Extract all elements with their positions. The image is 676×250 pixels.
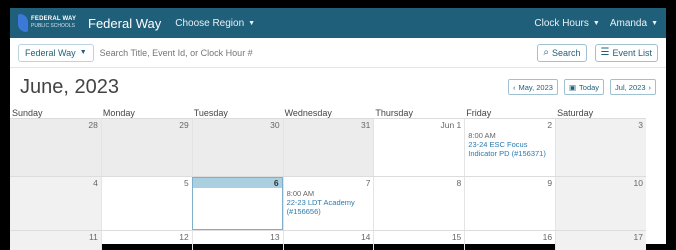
calendar-day-cell[interactable]: 28 [10,119,101,176]
calendar-week-row: 4 5 6 7 8:00 AM 22-23 LDT Academy (#156656) 8 9… [10,176,646,230]
day-of-week-header: Friday [466,108,492,118]
days-of-week-row: Sunday Monday Tuesday Wednesday Thursday Frid… [10,108,646,118]
event-title-link[interactable]: 23-24 ESC Focus Indicator PD (#156371) [468,140,552,158]
event-list-label: Event List [612,47,652,58]
logo-icon [18,14,28,32]
calendar-day-cell[interactable]: 15 [373,231,464,250]
calendar-grid: Sunday Monday Tuesday Wednesday Thursday Frid… [10,108,646,250]
search-button[interactable]: ⌕ Search [537,43,587,62]
day-number: 7 [365,178,371,188]
clock-hours-label: Clock Hours [534,17,589,29]
calendar-day-cell[interactable]: 5 [100,177,192,230]
caret-down-icon: ▼ [651,19,658,27]
calendar-day-cell[interactable]: 13 [191,231,283,250]
calendar-day-cell[interactable]: 7 8:00 AM 22-23 LDT Academy (#156656) [282,177,374,230]
logo-line-2: PUBLIC SCHOOLS [31,23,75,29]
day-number: Jun 1 [440,120,462,130]
calendar-icon: ▣ [568,82,577,92]
calendar-day-cell[interactable]: 14 [282,231,374,250]
calendar-day-cell-today[interactable]: 6 [191,177,283,230]
day-number: 10 [633,178,643,188]
calendar-week-row: 28 29 30 31 Jun 1 2 8:00 AM 23-24 ESC Focus Ind… [10,118,646,176]
district-label: Federal Way [25,47,76,58]
brand-title[interactable]: Federal Way [88,16,161,31]
day-number: 28 [88,120,98,130]
day-number: 5 [183,178,189,188]
calendar-day-cell[interactable]: 9 [464,177,555,230]
event-time: 8:00 AM [286,189,315,198]
day-of-week-header: Tuesday [193,108,228,118]
caret-down-icon: ▼ [592,19,600,27]
district-select-button[interactable]: Federal Way ▼ [18,43,94,62]
chevron-right-icon: › [648,82,652,92]
calendar-day-cell[interactable]: Jun 1 [373,119,464,176]
search-bar: Federal Way ▼ ⌕ Search ☰ Event List [10,38,666,68]
calendar-day-cell[interactable]: 29 [100,119,192,176]
calendar-day-cell[interactable]: 31 [282,119,374,176]
chevron-left-icon: ‹ [512,82,516,92]
day-of-week-header: Sunday [12,108,43,118]
calendar-day-cell[interactable]: 10 [555,177,646,230]
list-icon: ☰ [600,47,610,58]
prev-month-label: May, 2023 [518,82,553,92]
event-time: 8:00 AM [468,131,496,140]
search-input[interactable] [93,43,538,62]
choose-region-dropdown[interactable]: Choose Region ▼ [175,18,255,29]
today-label: Today [579,82,600,92]
calendar-day-cell[interactable]: 4 [10,177,101,230]
day-number: 30 [270,120,280,130]
calendar-day-cell[interactable]: 30 [191,119,283,176]
caret-down-icon: ▼ [79,49,87,56]
calendar-week-row: 11 12 13 14 15 16 17 [10,230,646,250]
day-number: 29 [179,120,189,130]
next-month-button[interactable]: Jul, 2023 › [610,79,656,95]
day-number: 12 [179,232,189,242]
next-month-label: Jul, 2023 [615,82,646,92]
calendar-day-cell[interactable]: 2 8:00 AM 23-24 ESC Focus Indicator PD (#1… [464,119,555,176]
user-name: Amanda [609,17,648,29]
event-list-button[interactable]: ☰ Event List [594,43,658,62]
calendar-day-cell[interactable]: 17 [555,231,646,250]
day-number: 11 [89,232,98,242]
day-of-week-header: Thursday [375,108,413,118]
calendar-day-cell[interactable]: 16 [464,231,555,250]
day-number: 17 [633,232,643,242]
today-button[interactable]: ▣ Today [563,79,605,95]
prev-month-button[interactable]: ‹ May, 2023 [507,79,558,95]
logo-line-1: FEDERAL WAY [31,16,77,22]
search-button-label: Search [551,47,581,58]
month-title: June, 2023 [20,75,119,98]
calendar-day-cell[interactable]: 3 [555,119,646,176]
day-number: 6 [192,178,282,188]
calendar-day-cell[interactable]: 12 [100,231,192,250]
day-number: 9 [547,178,553,188]
calendar-day-cell[interactable]: 8 [373,177,464,230]
day-of-week-header: Monday [102,108,135,118]
day-number: 14 [360,232,371,242]
day-of-week-header: Saturday [557,108,594,118]
day-of-week-header: Wednesday [284,108,332,118]
day-number: 8 [456,178,462,188]
calendar-header: June, 2023 ‹ May, 2023 ▣ Today Jul, 2023… [10,68,666,106]
day-number: 13 [270,232,280,242]
event-title-link[interactable]: 22-23 LDT Academy (#156656) [287,198,371,216]
day-number: 2 [547,120,553,130]
calendar-event[interactable]: 8:00 AM 22-23 LDT Academy (#156656) [287,189,371,216]
calendar-day-cell[interactable]: 11 [10,231,101,250]
day-number: 15 [451,232,462,242]
calendar-event[interactable]: 8:00 AM 23-24 ESC Focus Indicator PD (#15… [468,131,552,158]
top-navbar: FEDERAL WAY PUBLIC SCHOOLS Federal Way C… [10,8,666,38]
clock-hours-dropdown[interactable]: Clock Hours ▼ [534,18,599,29]
search-icon: ⌕ [543,47,549,58]
day-number: 16 [542,232,553,242]
choose-region-label: Choose Region [175,17,245,29]
district-logo[interactable]: FEDERAL WAY PUBLIC SCHOOLS [18,12,84,34]
day-number: 31 [360,120,371,130]
caret-down-icon: ▼ [248,19,256,27]
day-number: 3 [638,120,643,130]
user-menu-dropdown[interactable]: Amanda ▼ [610,18,658,29]
day-number: 4 [93,178,98,188]
